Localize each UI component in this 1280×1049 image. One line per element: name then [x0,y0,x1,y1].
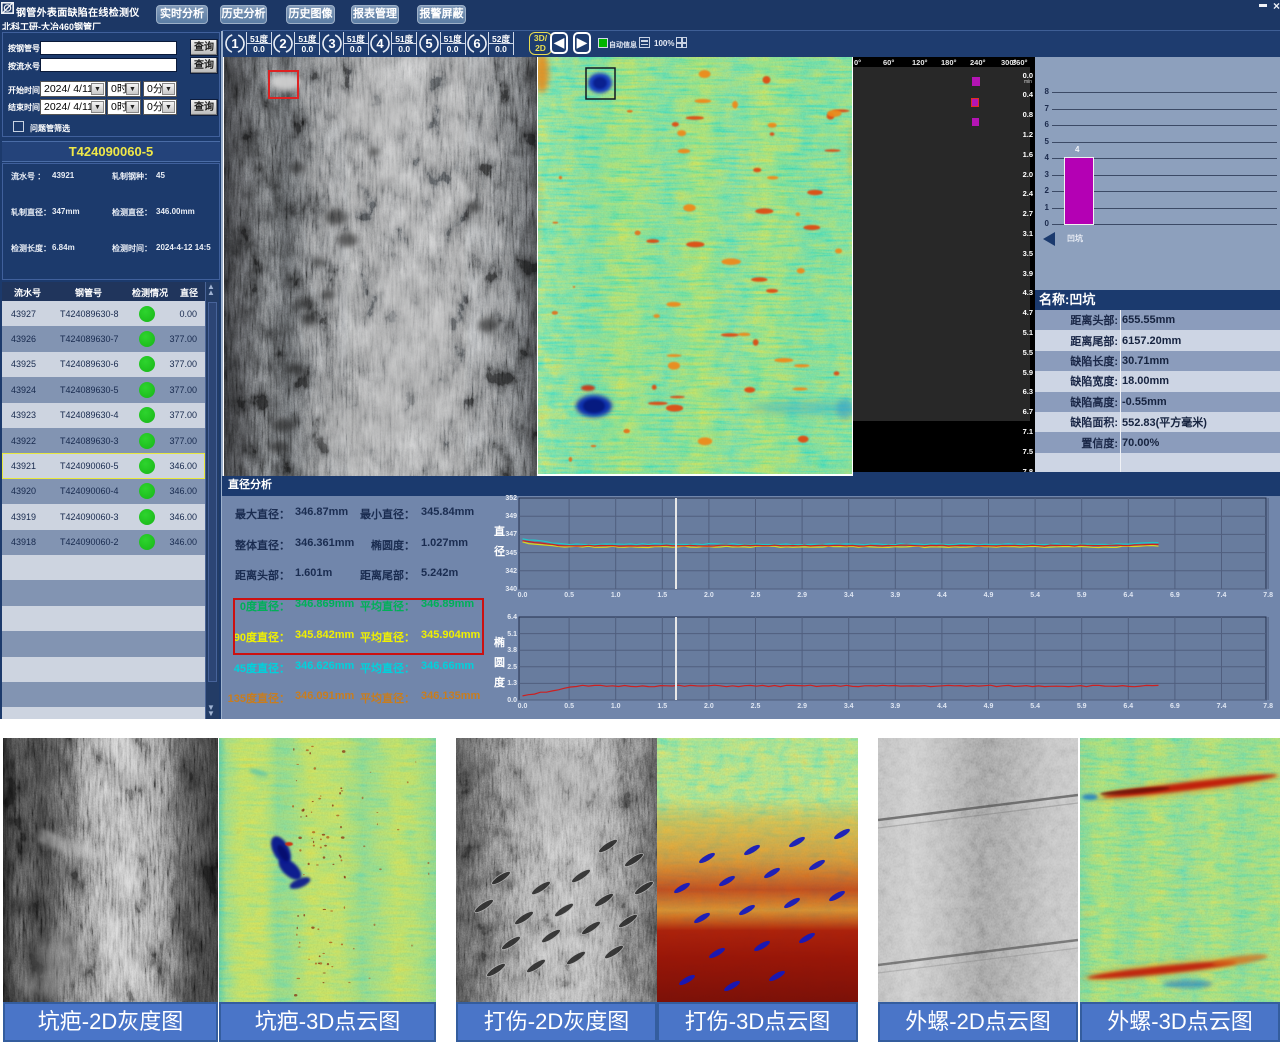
svg-text:2: 2 [280,36,287,51]
svg-text:6: 6 [473,36,480,51]
svg-text:4: 4 [377,36,385,51]
svg-text:1: 1 [231,36,238,51]
svg-text:3: 3 [328,36,335,51]
svg-text:5: 5 [425,36,432,51]
